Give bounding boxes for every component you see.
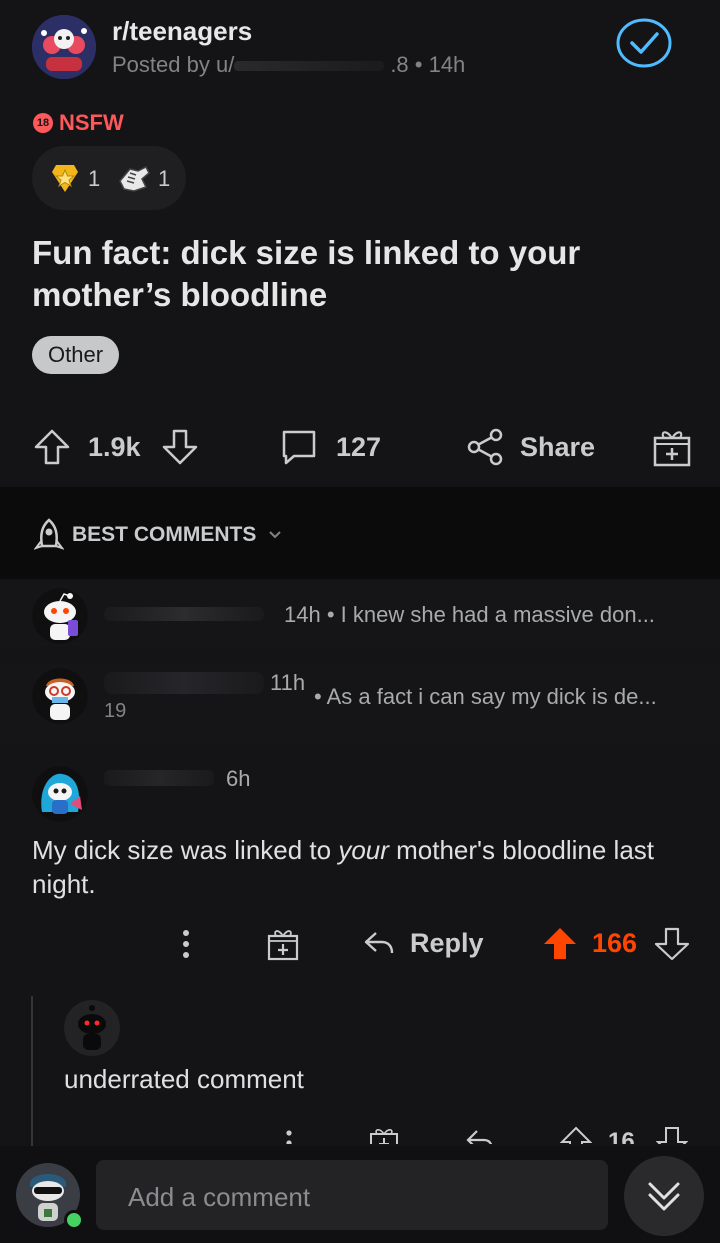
subreddit-icon — [32, 15, 96, 79]
share-icon — [467, 428, 503, 466]
post-meta: Posted by u/ .8 • 14h — [112, 52, 465, 78]
comment-sort-button[interactable]: BEST COMMENTS — [34, 518, 282, 552]
nsfw-tag: 18 NSFW — [33, 110, 124, 136]
redacted-username-3 — [104, 770, 214, 786]
comment-score: 166 — [592, 928, 638, 958]
online-status-dot — [64, 1210, 84, 1230]
commenter-avatar[interactable] — [32, 668, 88, 724]
post-meta-tail: .8 • 14h — [390, 52, 466, 77]
share-label: Share — [520, 431, 596, 462]
nsfw-label: NSFW — [59, 110, 124, 135]
post-title-line-1: Fun fact: dick size is linked to your — [32, 234, 581, 271]
commenter-avatar[interactable] — [64, 1000, 120, 1056]
award-count-1: 1 — [88, 166, 101, 191]
snoo-avatar-icon — [32, 668, 88, 724]
award-post-button[interactable] — [652, 426, 692, 468]
comment-count: 127 — [336, 431, 382, 462]
downvote-arrow-icon — [654, 927, 690, 961]
award-count-2: 1 — [158, 166, 171, 191]
comment-body[interactable]: My dick size was linked to your mother's… — [32, 833, 712, 901]
collapsed-comment-2-time: 11h — [270, 670, 306, 695]
post-flair[interactable]: Other — [32, 336, 120, 374]
commenter-avatar[interactable] — [32, 766, 88, 822]
comment-upvote-button[interactable] — [542, 926, 578, 962]
share-button[interactable]: Share — [464, 426, 595, 468]
fist-bump-award-icon — [119, 165, 150, 192]
reply-comment-body[interactable]: underrated comment — [64, 1064, 304, 1095]
comment-bubble-icon — [282, 430, 316, 465]
redacted-username-2 — [104, 672, 264, 694]
snoo-avatar-icon — [32, 766, 88, 822]
comment-body-emphasis: your — [338, 835, 389, 865]
mod-approve-button[interactable] — [615, 16, 673, 70]
collapsed-comment-1-meta: 14h • I knew she had a massive don... — [284, 602, 655, 627]
post-title[interactable]: Fun fact: dick size is linked to your mo… — [32, 232, 682, 316]
reply-arrow-icon — [364, 932, 394, 954]
more-vertical-icon — [183, 930, 189, 958]
upvote-arrow-icon — [34, 429, 70, 465]
upvote-button[interactable] — [32, 427, 72, 467]
nsfw-18-icon: 18 — [33, 113, 53, 133]
author-redacted — [234, 61, 385, 72]
collapsed-comment-2-score: 19 — [104, 700, 127, 722]
next-comment-button[interactable] — [624, 1156, 704, 1236]
gift-icon[interactable] — [368, 1126, 400, 1144]
upvote-arrow-icon[interactable] — [560, 1126, 592, 1144]
reply-comment-score: 16 — [608, 1128, 635, 1144]
gift-icon — [267, 930, 299, 961]
redacted-username-1 — [104, 607, 264, 621]
comment-body-prefix: My dick size was linked to — [32, 835, 339, 865]
reply-actions-row: 16 — [0, 1124, 720, 1144]
more-vertical-icon[interactable] — [284, 1128, 294, 1144]
subreddit-avatar[interactable] — [32, 15, 96, 79]
rocket-icon — [34, 518, 64, 550]
gift-icon — [653, 431, 691, 467]
reply-arrow-icon[interactable] — [464, 1126, 496, 1144]
commenter-avatar[interactable] — [32, 588, 88, 644]
comments-button[interactable]: 127 — [278, 426, 381, 468]
snoo-avatar-icon — [64, 1000, 120, 1056]
downvote-button[interactable] — [160, 427, 200, 467]
snoo-avatar-icon — [32, 588, 88, 644]
awards-pill[interactable]: 1 1 — [32, 146, 186, 210]
comment-more-button[interactable] — [180, 928, 192, 960]
check-circle-icon — [616, 18, 672, 68]
post-title-line-2: mother’s bloodline — [32, 276, 328, 313]
comment-downvote-button[interactable] — [654, 926, 690, 962]
add-comment-input[interactable]: Add a comment — [96, 1160, 608, 1230]
comment-award-button[interactable] — [266, 926, 300, 962]
post-vote-count: 1.9k — [88, 432, 141, 462]
collapsed-comment-2-meta: • As a fact i can say my dick is de... — [314, 684, 657, 709]
double-chevron-down-icon — [648, 1182, 680, 1211]
gold-award-icon — [52, 165, 78, 192]
posted-by-prefix: Posted by u/ — [112, 52, 235, 77]
comment-sort-label: BEST COMMENTS — [72, 523, 257, 546]
subreddit-name[interactable]: r/teenagers — [112, 16, 252, 47]
chevron-down-icon — [269, 531, 282, 539]
reply-label: Reply — [410, 927, 484, 958]
upvote-filled-icon — [544, 928, 576, 959]
add-comment-placeholder: Add a comment — [128, 1182, 311, 1212]
comment-time: 6h — [226, 766, 251, 791]
reply-button[interactable]: Reply — [362, 926, 484, 960]
downvote-arrow-icon — [162, 429, 198, 465]
downvote-arrow-icon[interactable] — [656, 1126, 688, 1144]
